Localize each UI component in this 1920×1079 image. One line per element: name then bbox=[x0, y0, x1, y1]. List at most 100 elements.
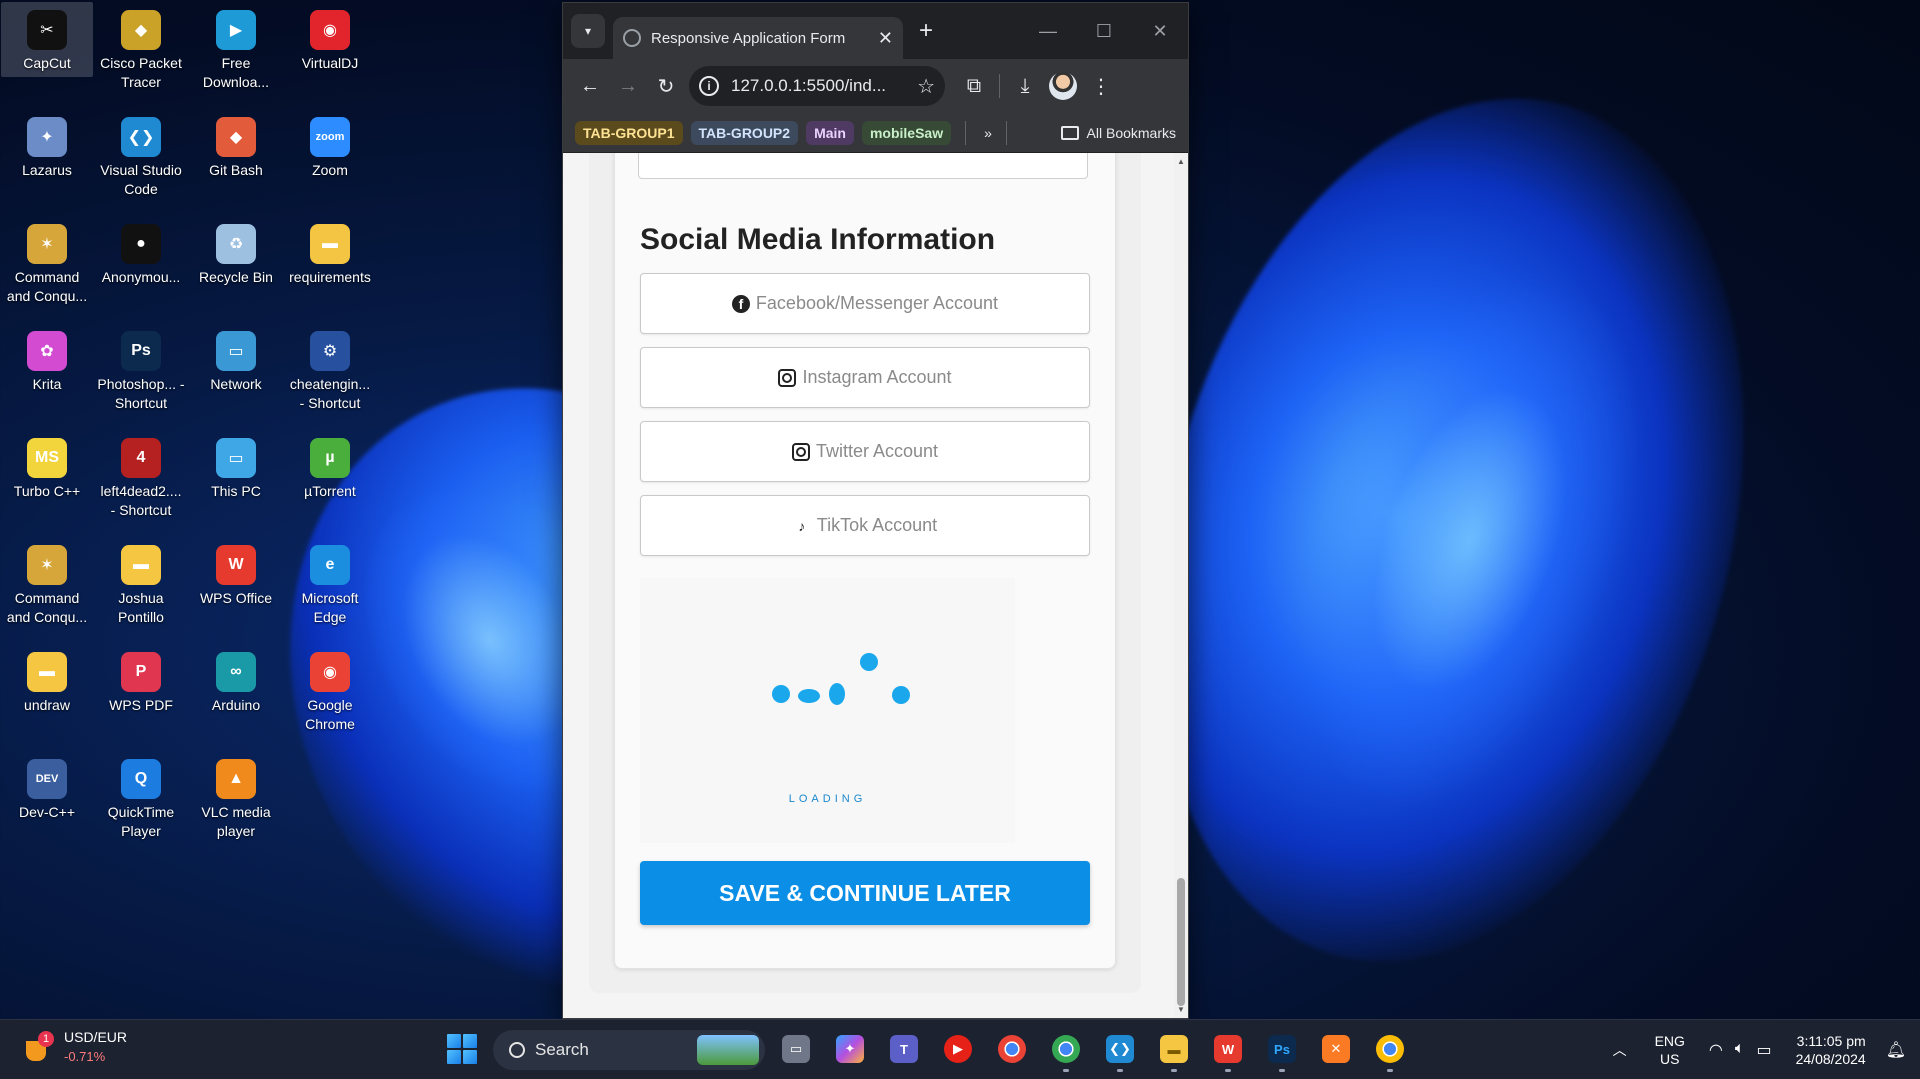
teams-icon: T bbox=[890, 1035, 918, 1063]
desktop-icon[interactable]: ❮❯ Visual Studio Code bbox=[95, 109, 187, 203]
desktop-icon-label: undraw bbox=[24, 697, 70, 713]
task-view-button[interactable]: ▭ bbox=[778, 1028, 814, 1070]
youtube-music-button[interactable]: ▶ bbox=[940, 1028, 976, 1070]
app-icon: ▭ bbox=[216, 331, 256, 371]
new-tab-button[interactable]: + bbox=[919, 17, 933, 45]
forward-button[interactable]: → bbox=[609, 67, 647, 105]
desktop-icon[interactable]: Q QuickTime Player bbox=[95, 751, 187, 845]
desktop-icon-label: Network bbox=[210, 376, 262, 392]
save-continue-later-button[interactable]: SAVE & CONTINUE LATER bbox=[640, 861, 1090, 925]
minimize-button[interactable]: — bbox=[1020, 3, 1076, 59]
reload-button[interactable]: ↻ bbox=[647, 67, 685, 105]
tiktok-placeholder: TikTok Account bbox=[816, 515, 938, 535]
widget-change: -0.71% bbox=[64, 1049, 106, 1064]
desktop-icon[interactable]: MS Turbo C++ bbox=[1, 430, 93, 505]
page-scrollbar[interactable]: ▲ ▼ bbox=[1174, 153, 1188, 1018]
taskbar-search[interactable]: Search bbox=[493, 1030, 765, 1070]
desktop-icon[interactable]: ◆ Git Bash bbox=[190, 109, 282, 184]
desktop-icon[interactable]: ♻ Recycle Bin bbox=[190, 216, 282, 291]
desktop-icon[interactable]: P WPS PDF bbox=[95, 644, 187, 719]
scrollbar-thumb[interactable] bbox=[1177, 878, 1185, 1006]
loader-dot bbox=[772, 685, 790, 703]
show-hidden-icons-chevron-icon[interactable]: ︿ bbox=[1613, 1040, 1627, 1060]
chrome-icon bbox=[1052, 1035, 1080, 1063]
desktop-icon[interactable]: ✶ Command and Conqu... bbox=[1, 537, 93, 631]
phone-number-field[interactable]: 09482772123 bbox=[638, 153, 1088, 179]
desktop-icon[interactable]: ▭ This PC bbox=[190, 430, 282, 505]
chrome-profile-button[interactable] bbox=[1048, 1028, 1084, 1072]
copilot-button[interactable]: ✦ bbox=[832, 1028, 868, 1070]
twitter-account-field[interactable]: Twitter Account bbox=[640, 421, 1090, 482]
desktop-icon[interactable]: ⚙ cheatengin... - Shortcut bbox=[284, 323, 376, 417]
desktop-icon[interactable]: W WPS Office bbox=[190, 537, 282, 612]
tab-group-chip-1[interactable]: TAB-GROUP1 bbox=[575, 120, 683, 145]
desktop-icon-label: Zoom bbox=[312, 162, 348, 178]
desktop-icon-label: requirements bbox=[289, 269, 371, 285]
desktop-icon[interactable]: ✦ Lazarus bbox=[1, 109, 93, 184]
address-bar[interactable]: i 127.0.0.1:5500/ind... ☆ bbox=[689, 66, 945, 106]
task-view-icon: ▭ bbox=[782, 1035, 810, 1063]
download-icon[interactable]: ⤓ bbox=[1006, 67, 1044, 105]
tiktok-account-field[interactable]: ♪ TikTok Account bbox=[640, 495, 1090, 556]
tab-search-button[interactable]: ▾ bbox=[571, 14, 605, 48]
desktop-icon[interactable]: e Microsoft Edge bbox=[284, 537, 376, 631]
desktop-icon[interactable]: ◆ Cisco Packet Tracer bbox=[95, 2, 187, 96]
desktop-icon-label: Krita bbox=[32, 376, 62, 392]
extensions-icon[interactable]: ⧉ bbox=[955, 67, 993, 105]
back-button[interactable]: ← bbox=[571, 67, 609, 105]
file-explorer-button[interactable]: ▬ bbox=[1156, 1028, 1192, 1072]
close-tab-icon[interactable]: ✕ bbox=[878, 28, 893, 49]
notification-bell-icon[interactable]: 🔔︎ bbox=[1886, 1040, 1906, 1060]
desktop-icon[interactable]: ◉ VirtualDJ bbox=[284, 2, 376, 77]
close-window-button[interactable]: ✕ bbox=[1132, 3, 1188, 59]
desktop-icon-label: Google Chrome bbox=[305, 697, 355, 732]
widget-usd-eur[interactable]: 1 USD/EUR -0.71% bbox=[22, 1028, 127, 1066]
desktop-icon[interactable]: 4 left4dead2.... - Shortcut bbox=[95, 430, 187, 524]
desktop-icon[interactable]: µ µTorrent bbox=[284, 430, 376, 505]
desktop-icon[interactable]: ∞ Arduino bbox=[190, 644, 282, 719]
clock[interactable]: 3:11:05 pm 24/08/2024 bbox=[1796, 1032, 1866, 1068]
desktop-icon[interactable]: ▬ requirements bbox=[284, 216, 376, 291]
tab-group-chip-mobilesaw[interactable]: mobileSaw bbox=[861, 120, 952, 145]
maximize-button[interactable]: ☐ bbox=[1076, 3, 1132, 59]
all-bookmarks-button[interactable]: All Bookmarks bbox=[1060, 125, 1176, 141]
menu-kebab-icon[interactable]: ⋮ bbox=[1082, 67, 1120, 105]
xampp-icon: ✕ bbox=[1322, 1035, 1350, 1063]
desktop-icon[interactable]: ● Anonymou... bbox=[95, 216, 187, 291]
app-icon: Ps bbox=[121, 331, 161, 371]
input-language[interactable]: ENG US bbox=[1655, 1032, 1685, 1068]
tab-group-chip-2[interactable]: TAB-GROUP2 bbox=[690, 120, 799, 145]
desktop-icon[interactable]: ✂ CapCut bbox=[1, 2, 93, 77]
desktop-icon[interactable]: DEV Dev-C++ bbox=[1, 751, 93, 826]
desktop-icon[interactable]: ▲ VLC media player bbox=[190, 751, 282, 845]
desktop-icon[interactable]: zoom Zoom bbox=[284, 109, 376, 184]
vscode-button[interactable]: ❮❯ bbox=[1102, 1028, 1138, 1072]
desktop-icon[interactable]: Ps Photoshop... - Shortcut bbox=[95, 323, 187, 417]
desktop-icon[interactable]: ▬ undraw bbox=[1, 644, 93, 719]
scroll-up-arrow-icon[interactable]: ▲ bbox=[1177, 157, 1185, 166]
scroll-down-arrow-icon[interactable]: ▼ bbox=[1177, 1005, 1185, 1014]
bookmark-star-icon[interactable]: ☆ bbox=[917, 74, 935, 99]
desktop-icon[interactable]: ✿ Krita bbox=[1, 323, 93, 398]
more-bookmarks-chevron-icon[interactable]: » bbox=[984, 125, 992, 141]
tab-group-chip-main[interactable]: Main bbox=[806, 120, 854, 145]
chrome-dev-button[interactable] bbox=[1372, 1028, 1408, 1072]
desktop-icon-label: cheatengin... - Shortcut bbox=[289, 376, 371, 411]
desktop-icon[interactable]: ▭ Network bbox=[190, 323, 282, 398]
instagram-account-field[interactable]: Instagram Account bbox=[640, 347, 1090, 408]
start-button[interactable] bbox=[447, 1034, 477, 1064]
site-info-icon[interactable]: i bbox=[699, 76, 719, 96]
teams-button[interactable]: T bbox=[886, 1028, 922, 1070]
active-tab[interactable]: Responsive Application Form ✕ bbox=[613, 17, 903, 59]
facebook-account-field[interactable]: f Facebook/Messenger Account bbox=[640, 273, 1090, 334]
desktop-icon[interactable]: ✶ Command and Conqu... bbox=[1, 216, 93, 310]
desktop-icon[interactable]: ◉ Google Chrome bbox=[284, 644, 376, 738]
quick-settings[interactable]: ◠ 🔈︎ ▭ bbox=[1709, 1040, 1772, 1060]
wps-office-button[interactable]: W bbox=[1210, 1028, 1246, 1072]
profile-button[interactable] bbox=[1044, 67, 1082, 105]
xampp-button[interactable]: ✕ bbox=[1318, 1028, 1354, 1070]
desktop-icon[interactable]: ▬ Joshua Pontillo bbox=[95, 537, 187, 631]
chrome-button[interactable] bbox=[994, 1028, 1030, 1070]
desktop-icon[interactable]: ▶ Free Downloa... bbox=[190, 2, 282, 96]
photoshop-button[interactable]: Ps bbox=[1264, 1028, 1300, 1072]
